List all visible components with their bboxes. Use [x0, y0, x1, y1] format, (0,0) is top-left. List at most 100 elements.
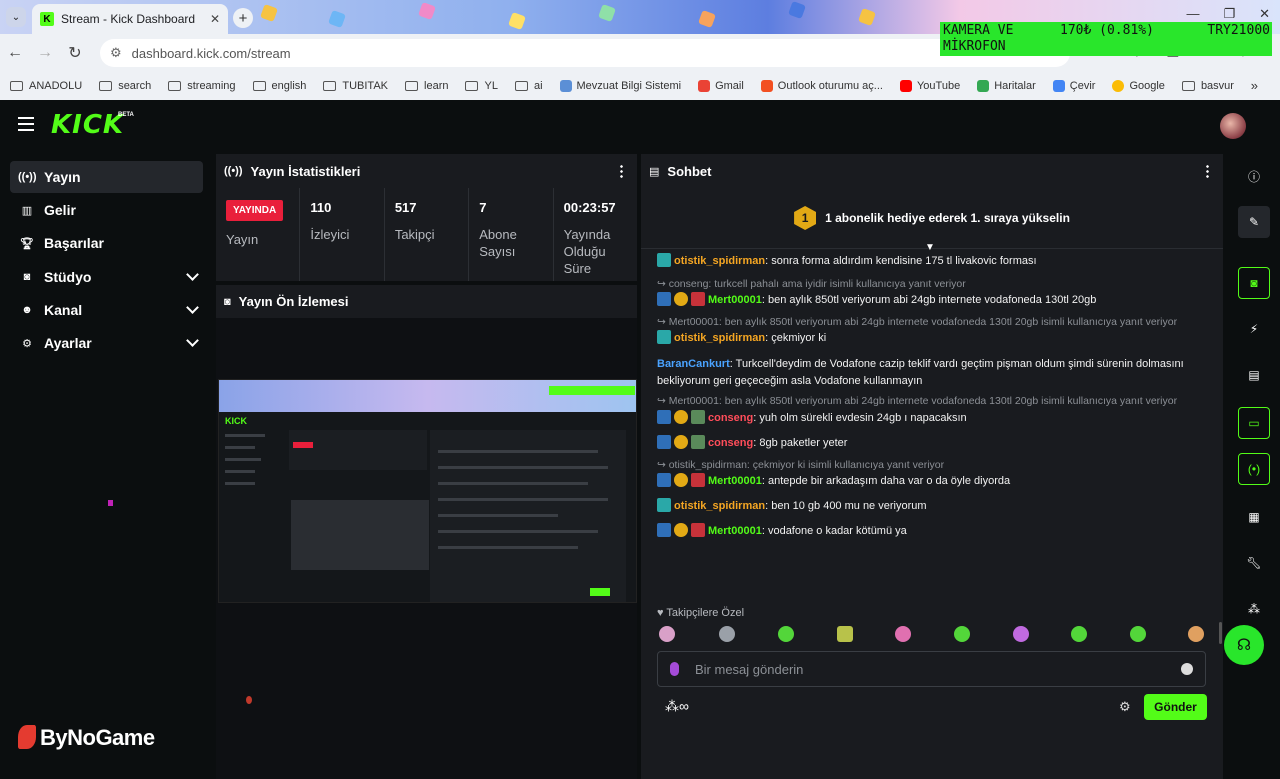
minimize-icon[interactable]: —	[1186, 6, 1199, 22]
reload-icon[interactable]: ↻	[60, 43, 90, 63]
chat-username[interactable]: conseng	[708, 437, 753, 449]
emote-icon[interactable]	[954, 626, 970, 642]
url-text: dashboard.kick.com/stream	[131, 45, 291, 61]
tab-search-button[interactable]: ⌄	[6, 7, 26, 27]
browser-tab[interactable]: K Stream - Kick Dashboard ✕	[32, 4, 228, 34]
sidebar-item-ayarlar[interactable]: ⚙ Ayarlar	[10, 327, 203, 359]
avatar[interactable]	[1220, 113, 1246, 139]
bookmark-link[interactable]: Çevir	[1052, 80, 1095, 92]
chat-tools-icon[interactable]: ⁂∞	[665, 698, 689, 715]
emote-icon[interactable]	[895, 626, 911, 642]
forward-icon[interactable]: →	[30, 44, 60, 62]
gear-icon[interactable]: ⚙	[1119, 699, 1131, 715]
notes-icon[interactable]: ▤	[1238, 359, 1270, 391]
broadcast-icon[interactable]: (•)	[1238, 453, 1270, 485]
support-headset-button[interactable]: ☊	[1224, 625, 1264, 665]
layout-icon[interactable]: ▦	[1238, 501, 1270, 533]
back-icon[interactable]: ←	[0, 44, 30, 62]
wrench-icon[interactable]: 🔧︎	[1238, 547, 1270, 579]
chat-scrollbar[interactable]	[1219, 622, 1222, 644]
bookmark-link[interactable]: Gmail	[698, 80, 744, 92]
bookmark-folder[interactable]: TUBITAK	[323, 80, 388, 92]
chat-message[interactable]: otistik_spidirman: ben 10 gb 400 mu ne v…	[657, 498, 1202, 514]
stream-preview-video[interactable]: KICK	[218, 379, 637, 603]
overlay-amount: TRY21000	[1207, 23, 1270, 38]
chat-message-input[interactable]: Bir mesaj gönderin	[657, 651, 1206, 687]
chat-message[interactable]: otistik_spidirman: sonra forma aldırdım …	[657, 253, 1202, 269]
chat-username[interactable]: otistik_spidirman	[674, 332, 765, 344]
pinned-gift-banner[interactable]: 1 1 abonelik hediye ederek 1. sıraya yük…	[641, 188, 1223, 249]
bookmark-folder[interactable]: YL	[465, 80, 498, 92]
emote-icon[interactable]	[1071, 626, 1087, 642]
pencil-icon[interactable]: ✎	[1238, 206, 1270, 238]
bookmark-folder[interactable]: english	[252, 80, 306, 92]
bookmark-link[interactable]: YouTube	[899, 80, 960, 92]
emote-icon[interactable]	[837, 626, 853, 642]
address-bar[interactable]: ⚙ dashboard.kick.com/stream	[100, 39, 1070, 67]
bookmark-folder[interactable]: learn	[405, 80, 448, 92]
sidebar: ((•)) Yayın ▥ Gelir 🏆︎ Başarılar ◙ Stüdy…	[0, 150, 212, 750]
site-info-icon[interactable]: ⚙	[110, 45, 122, 61]
chat-username[interactable]: otistik_spidirman	[674, 255, 765, 267]
chat-message[interactable]: Mert00001: antepde bir arkadaşım daha va…	[657, 473, 1202, 489]
camera-icon[interactable]: ◙	[1238, 267, 1270, 299]
more-options-icon[interactable]	[620, 164, 623, 178]
studio-icon: ◙	[23, 271, 31, 283]
gift-rank-badge-icon	[674, 435, 688, 449]
bolt-icon[interactable]: ⚡︎	[1238, 313, 1270, 345]
more-bookmarks-icon[interactable]: »	[1251, 78, 1258, 93]
stat-label: Abone Sayısı	[479, 227, 517, 259]
chat-username[interactable]: conseng	[708, 412, 753, 424]
new-tab-button[interactable]: +	[233, 8, 253, 28]
bookmark-link[interactable]: Outlook oturumu aç...	[760, 80, 883, 92]
share-icon[interactable]: ⁂	[1238, 593, 1270, 625]
chat-message[interactable]: conseng: yuh olm sürekli evdesin 24gb ı …	[657, 410, 1202, 426]
bookmark-folder[interactable]: ANADOLU	[10, 80, 82, 92]
info-icon[interactable]: ⓘ	[1238, 160, 1270, 192]
bookmark-link[interactable]: Haritalar	[977, 80, 1036, 92]
sidebar-item-kanal[interactable]: ☻ Kanal	[10, 294, 203, 326]
chat-username[interactable]: Mert00001	[708, 525, 762, 537]
chat-username[interactable]: otistik_spidirman	[674, 500, 765, 512]
more-options-icon[interactable]	[1206, 164, 1209, 178]
send-button[interactable]: Gönder	[1144, 694, 1207, 720]
sidebar-item-studyo[interactable]: ◙ Stüdyo	[10, 261, 203, 293]
overlay-label: KAMERA VE MİKROFON	[943, 23, 1014, 54]
bookmark-folder[interactable]: ai	[514, 80, 543, 92]
panel-header: ▤ Sohbet	[641, 154, 1223, 188]
chat-message[interactable]: conseng: 8gb paketler yeter	[657, 435, 1202, 451]
maximize-icon[interactable]: ❐	[1223, 6, 1235, 22]
chat-message[interactable]: Mert00001: ben aylık 850tl veriyorum abi…	[657, 292, 1202, 308]
bookmark-folder[interactable]: search	[99, 80, 151, 92]
close-tab-icon[interactable]: ✕	[210, 12, 220, 26]
sidebar-item-gelir[interactable]: ▥ Gelir	[10, 194, 203, 226]
sidebar-item-basarilar[interactable]: 🏆︎ Başarılar	[10, 227, 203, 259]
folder-icon	[514, 81, 528, 91]
chat-text: ben 10 gb 400 mu ne veriyorum	[771, 500, 927, 512]
emote-icon[interactable]	[1130, 626, 1146, 642]
emote-icon[interactable]	[1013, 626, 1029, 642]
chat-username[interactable]: Mert00001	[708, 475, 762, 487]
studio-icon: ◙	[224, 295, 231, 308]
emoji-icon[interactable]	[1181, 663, 1193, 675]
emote-icon[interactable]	[1188, 626, 1204, 642]
emote-icon[interactable]	[659, 626, 675, 642]
chat-message[interactable]: otistik_spidirman: çekmiyor ki	[657, 330, 1202, 346]
chat-message[interactable]: BaranCankurt: Turkcell'deydim de Vodafon…	[657, 356, 1202, 390]
chat-username[interactable]: BaranCankurt	[657, 358, 730, 370]
user-badge-icon	[691, 410, 705, 424]
bookmark-folder[interactable]: streaming	[168, 80, 236, 92]
bookmark-link[interactable]: Google	[1112, 80, 1165, 92]
emote-icon[interactable]	[719, 626, 735, 642]
menu-icon[interactable]	[18, 117, 34, 131]
chat-message[interactable]: Mert00001: vodafone o kadar kötümü ya	[657, 523, 1202, 539]
emote-icon[interactable]	[778, 626, 794, 642]
chat-username[interactable]: Mert00001	[708, 294, 762, 306]
bookmark-link[interactable]: Mevzuat Bilgi Sistemi	[559, 80, 681, 92]
chat-icon[interactable]: ▭	[1238, 407, 1270, 439]
close-window-icon[interactable]: ✕	[1259, 6, 1270, 22]
bookmark-folder[interactable]: basvur	[1181, 80, 1234, 92]
microphone-icon[interactable]	[670, 662, 679, 676]
sidebar-item-yayin[interactable]: ((•)) Yayın	[10, 161, 203, 193]
kick-logo[interactable]: KICK	[51, 110, 124, 140]
